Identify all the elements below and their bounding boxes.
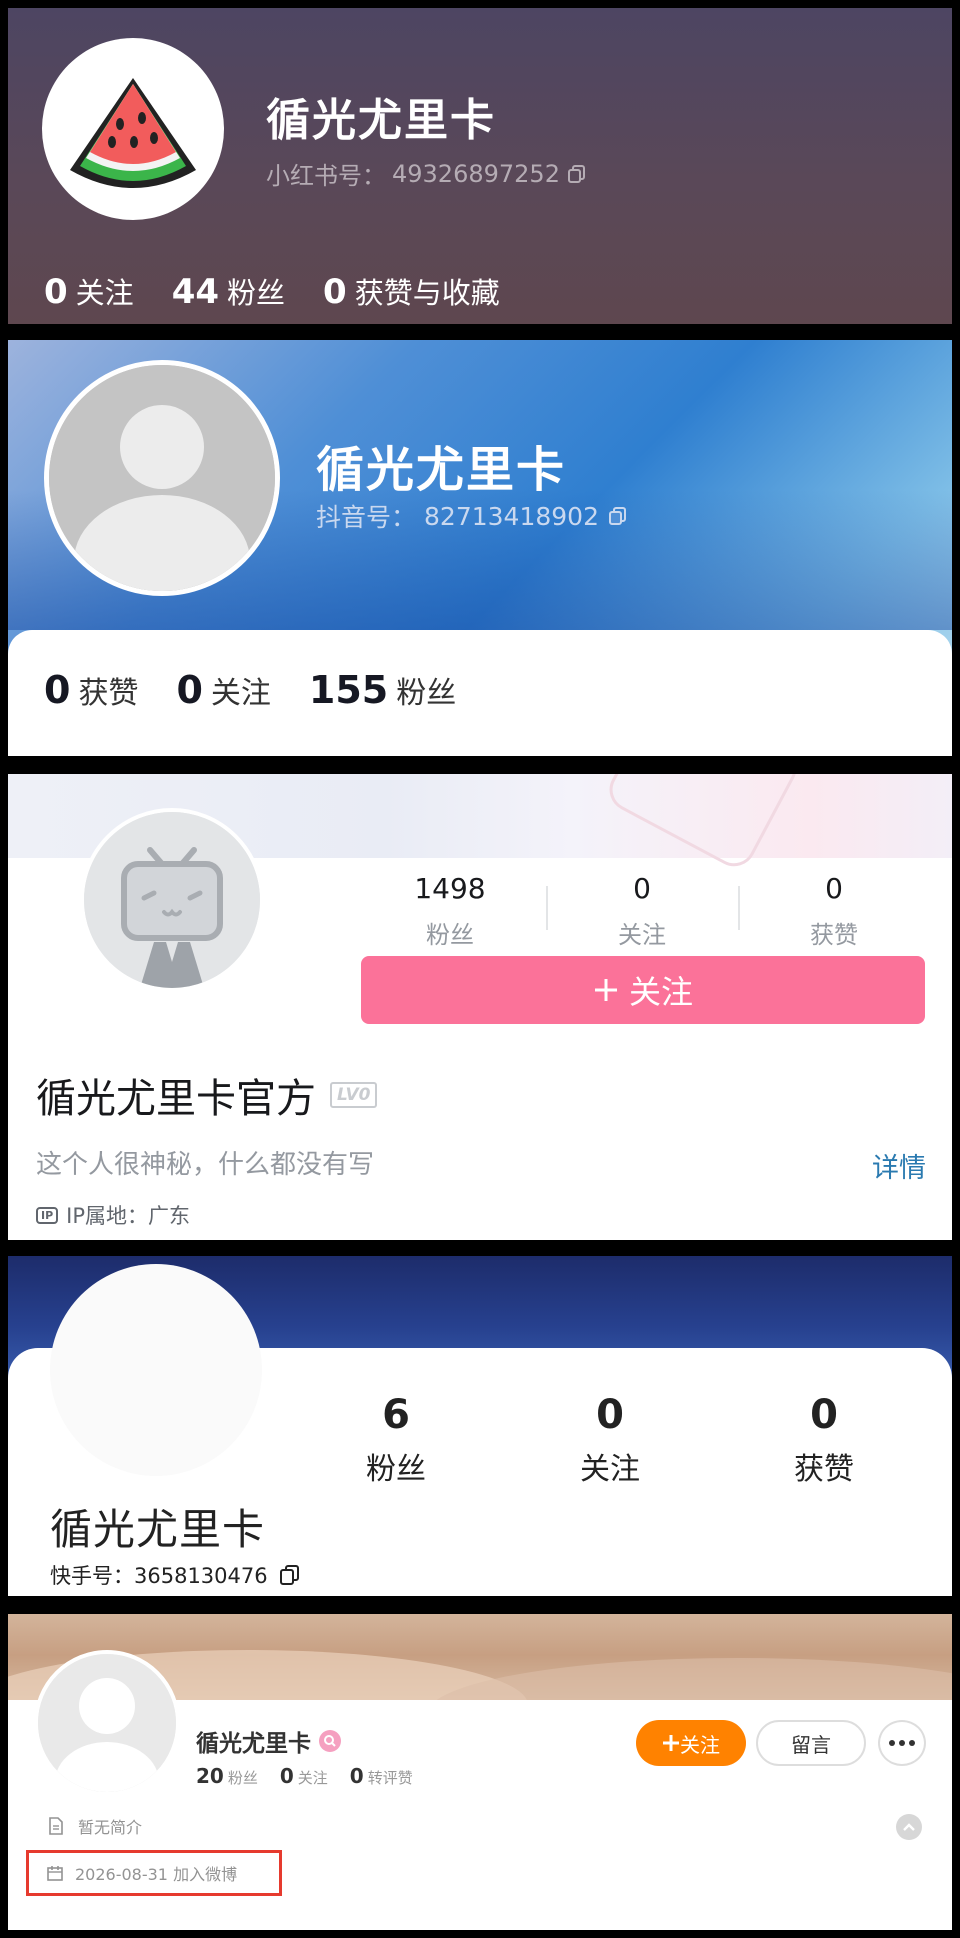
username: 循光尤里卡 — [196, 1731, 311, 1757]
copy-icon[interactable] — [278, 1563, 302, 1587]
following-label: 关注 — [618, 921, 666, 949]
weibo-profile-panel: 循光尤里卡 20 粉丝 0 关注 0 转评赞 关注 留言 暂无简介 2026-0… — [8, 1614, 952, 1930]
username: 循光尤里卡 — [50, 1505, 266, 1554]
avatar[interactable] — [42, 38, 224, 220]
copy-icon[interactable] — [566, 163, 588, 185]
followers-count[interactable]: 155 — [309, 668, 388, 712]
join-date-text: 2026-08-31 加入微博 — [75, 1865, 238, 1884]
following-label[interactable]: 关注 — [298, 1767, 328, 1788]
douyin-profile-panel: 循光尤里卡 抖音号： 82713418902 0 获赞 0 关注 155 粉丝 — [8, 340, 952, 756]
stats-row: 0 获赞 0 关注 155 粉丝 — [44, 668, 494, 712]
account-id-row: 快手号：3658130476 — [50, 1560, 302, 1590]
following-count: 0 — [633, 872, 651, 905]
xiaohongshu-profile-panel: 循光尤里卡 小红书号： 49326897252 0 关注 44 粉丝 0 获赞与… — [8, 8, 952, 324]
copy-icon[interactable] — [607, 505, 629, 527]
followers-count: 6 — [382, 1392, 410, 1438]
id-label: 抖音号： — [316, 503, 417, 532]
join-date-highlight: 2026-08-31 加入微博 — [26, 1850, 282, 1896]
followers-count[interactable]: 20 — [196, 1764, 224, 1788]
account-id-row: 抖音号： 82713418902 — [316, 498, 629, 534]
following-stat[interactable]: 0 关注 — [510, 1392, 710, 1488]
likes-count[interactable]: 0 — [44, 668, 70, 712]
id-label: 快手号： — [50, 1564, 134, 1588]
more-icon — [889, 1740, 915, 1746]
followers-label: 粉丝 — [366, 1452, 426, 1487]
stats-row: 0 关注 44 粉丝 0 获赞与收藏 — [44, 270, 538, 312]
avatar[interactable] — [44, 360, 280, 596]
username: 循光尤里卡 — [316, 442, 567, 498]
likes-count: 0 — [810, 1392, 838, 1438]
more-button[interactable] — [878, 1720, 926, 1766]
likes-label: 获赞 — [794, 1452, 854, 1487]
followers-count[interactable]: 44 — [172, 272, 219, 312]
reposts-count[interactable]: 0 — [350, 1764, 364, 1788]
follow-button[interactable]: 关注 — [636, 1720, 746, 1766]
followers-label: 粉丝 — [426, 921, 474, 949]
likes-label[interactable]: 获赞与收藏 — [355, 270, 500, 312]
signature: 这个人很神秘，什么都没有写 — [36, 1150, 375, 1180]
following-count[interactable]: 0 — [280, 1764, 294, 1788]
username-row: 循光尤里卡 — [196, 1724, 341, 1758]
following-label[interactable]: 关注 — [76, 270, 134, 312]
bio-row: 暂无简介 — [48, 1814, 142, 1838]
username: 循光尤里卡官方 — [36, 1076, 316, 1122]
avatar[interactable] — [50, 1264, 262, 1476]
username-row: 循光尤里卡官方 LV0 — [36, 1066, 378, 1124]
ip-icon: IP — [36, 1206, 59, 1224]
likes-label[interactable]: 获赞 — [78, 668, 138, 712]
following-label[interactable]: 关注 — [211, 668, 271, 712]
avatar[interactable] — [34, 1650, 180, 1796]
reposts-label[interactable]: 转评赞 — [368, 1767, 413, 1788]
kuaishou-profile-panel: 6 粉丝 0 关注 0 获赞 循光尤里卡 快手号：3658130476 — [8, 1256, 952, 1596]
chevron-up-icon — [903, 1823, 915, 1831]
calendar-icon — [47, 1866, 63, 1881]
account-id-row: 小红书号： 49326897252 — [266, 156, 588, 191]
stat-divider — [546, 886, 548, 930]
likes-stat[interactable]: 0 获赞 — [724, 1392, 924, 1488]
bilibili-profile-panel: 1498 粉丝 0 关注 0 获赞 关注 循光尤里卡官方 LV0 这个人很神秘，… — [8, 774, 952, 1240]
following-label: 关注 — [580, 1452, 640, 1487]
id-label-value: 快手号：3658130476 — [50, 1560, 268, 1590]
id-value: 3658130476 — [134, 1564, 268, 1588]
likes-label: 获赞 — [810, 921, 858, 949]
followers-stat[interactable]: 1498 粉丝 — [360, 872, 540, 950]
stats-row: 20 粉丝 0 关注 0 转评赞 — [196, 1764, 435, 1788]
following-count: 0 — [596, 1392, 624, 1438]
likes-count: 0 — [825, 872, 843, 905]
message-button[interactable]: 留言 — [756, 1720, 866, 1766]
follow-label: 关注 — [628, 973, 693, 1011]
level-badge: LV0 — [330, 1082, 378, 1108]
id-label: 小红书号： — [266, 162, 386, 190]
plus-icon — [663, 1735, 679, 1751]
bio-text: 暂无简介 — [78, 1818, 143, 1837]
likes-count[interactable]: 0 — [323, 272, 347, 312]
ip-text: IP属地：广东 — [66, 1204, 191, 1228]
followers-count: 1498 — [414, 872, 486, 905]
followers-stat[interactable]: 6 粉丝 — [296, 1392, 496, 1488]
expand-button[interactable] — [896, 1814, 922, 1840]
document-icon — [49, 1817, 63, 1835]
tv-mascot-icon — [84, 812, 260, 988]
following-stat[interactable]: 0 关注 — [552, 872, 732, 950]
verified-badge-icon — [319, 1730, 341, 1752]
plus-icon — [594, 979, 617, 1001]
id-value: 49326897252 — [392, 159, 560, 188]
followers-label[interactable]: 粉丝 — [227, 270, 285, 312]
follow-label: 关注 — [680, 1732, 720, 1757]
followers-label[interactable]: 粉丝 — [228, 1767, 258, 1788]
followers-label[interactable]: 粉丝 — [396, 668, 456, 712]
stat-divider — [738, 886, 740, 930]
default-avatar-icon — [49, 365, 275, 591]
avatar[interactable] — [80, 808, 264, 992]
likes-stat[interactable]: 0 获赞 — [744, 872, 924, 950]
watermelon-icon — [70, 78, 196, 188]
following-count[interactable]: 0 — [176, 668, 202, 712]
id-value: 82713418902 — [424, 501, 599, 531]
ip-location: IP IP属地：广东 — [36, 1200, 190, 1230]
follow-button[interactable]: 关注 — [361, 956, 925, 1024]
username: 循光尤里卡 — [266, 95, 496, 146]
following-count[interactable]: 0 — [44, 272, 68, 312]
detail-link[interactable]: 详情 — [872, 1146, 926, 1185]
default-avatar-icon — [38, 1654, 176, 1792]
